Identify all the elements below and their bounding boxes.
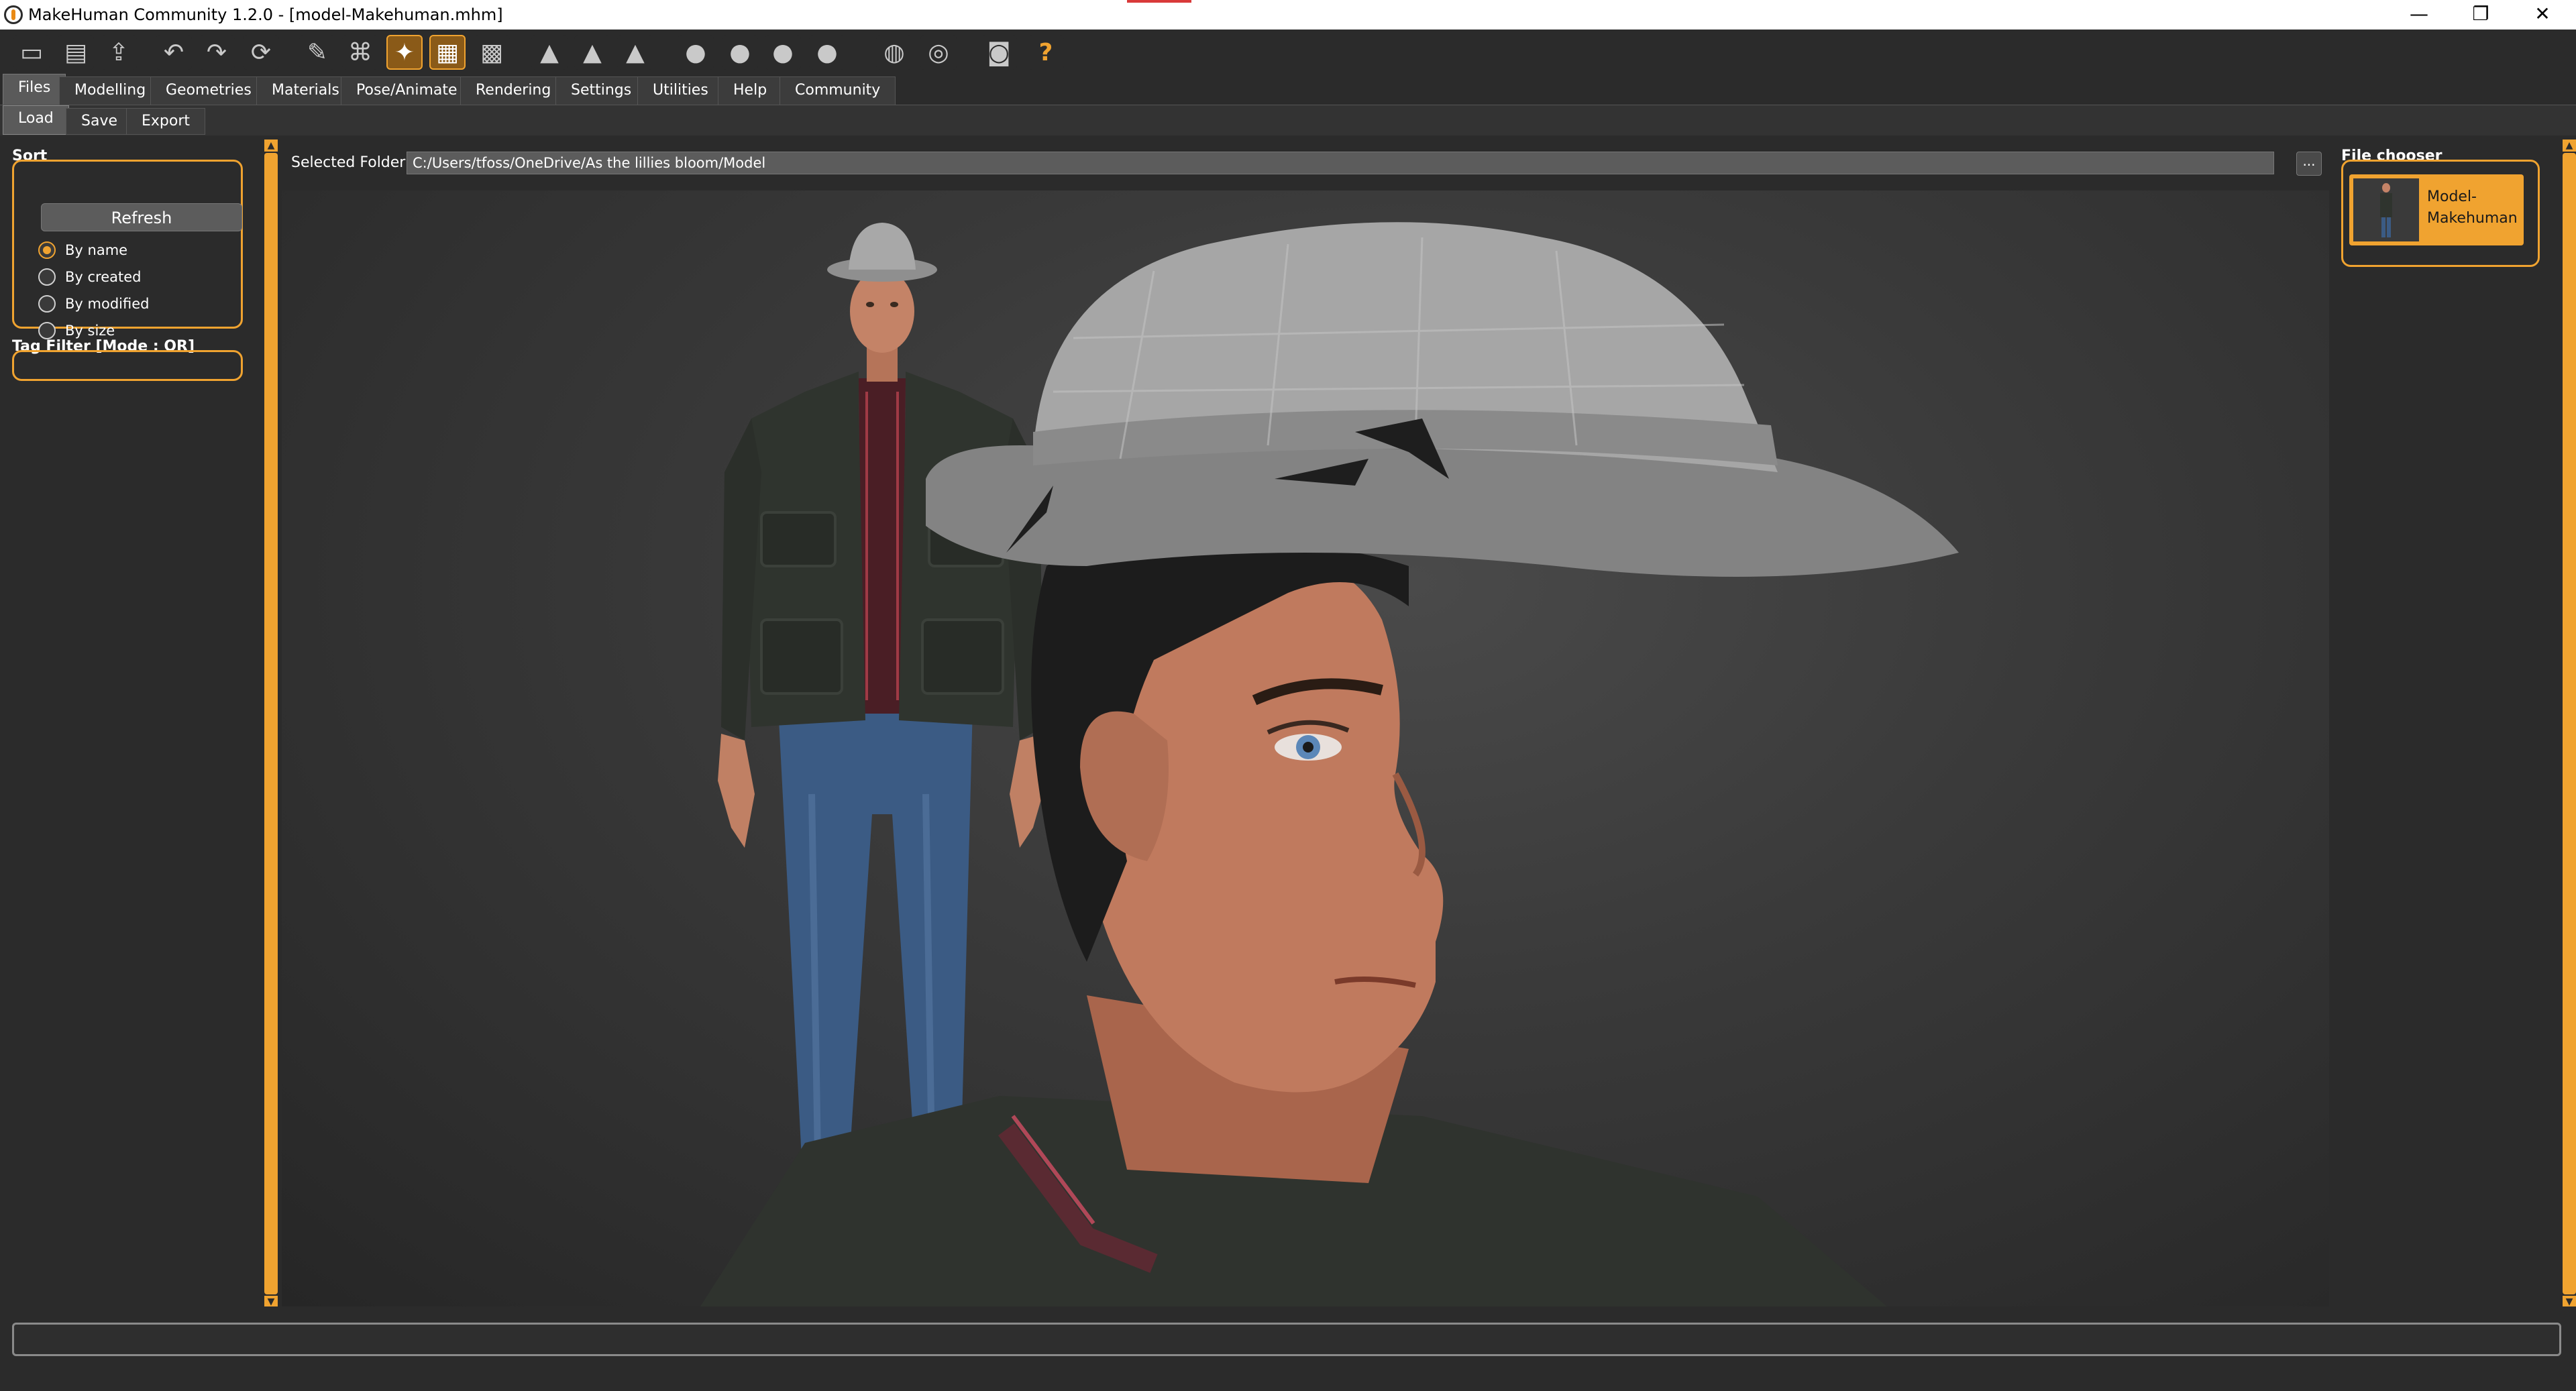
left-scrollbar[interactable]: [264, 153, 278, 1294]
title-bar: MakeHuman Community 1.2.0 - [model-Makeh…: [0, 0, 2576, 30]
help-icon[interactable]: ?: [1028, 35, 1064, 70]
radio-button[interactable]: [38, 241, 56, 259]
sort-group: Refresh By name By created By modified By s…: [12, 160, 243, 339]
back-view-icon[interactable]: ●: [722, 35, 758, 70]
subtab-load[interactable]: Load: [3, 105, 69, 135]
status-area: [0, 1306, 2576, 1391]
restore-button[interactable]: ❐: [2450, 0, 2512, 30]
smooth-icon[interactable]: ✎: [299, 35, 335, 70]
refresh-button[interactable]: Refresh: [41, 203, 242, 231]
sort-by-modified-option[interactable]: By modified: [38, 292, 149, 316]
reset-camera-icon[interactable]: ◎: [920, 35, 957, 70]
tab-rendering[interactable]: Rendering: [460, 76, 567, 105]
file-item-model-makehuman[interactable]: Model-Makehuman: [2349, 174, 2524, 245]
pose-icon[interactable]: ✦: [386, 35, 423, 70]
symmetry-right-icon[interactable]: ▲: [531, 35, 568, 70]
tab-modelling[interactable]: Modelling: [59, 76, 162, 105]
status-line: [12, 1323, 2561, 1356]
toolbar: ▭ ▤ ⇪ ↶ ↷ ⟳ ✎ ⌘ ✦ ▦ ▩ ▲ ▲ ▲ ● ● ● ● ◍ ◎ ◙?: [0, 30, 2576, 72]
file-name: Model-Makehuman: [2427, 188, 2518, 227]
main-tab-bar: Files Modelling Geometries Materials Pose/An…: [0, 72, 2576, 105]
minimize-button[interactable]: —: [2388, 0, 2450, 30]
selected-folder-input[interactable]: [407, 152, 2274, 174]
window-title: MakeHuman Community 1.2.0 - [model-Makeh…: [28, 5, 503, 24]
tab-help[interactable]: Help: [718, 76, 783, 105]
radio-label: By created: [65, 269, 142, 285]
undo-icon[interactable]: ↶: [156, 35, 192, 70]
left-scroll-up-arrow[interactable]: ▲: [264, 140, 278, 152]
close-button[interactable]: ✕: [2512, 0, 2573, 30]
subtab-export[interactable]: Export: [126, 108, 206, 135]
tab-geometries[interactable]: Geometries: [150, 76, 267, 105]
top-view-icon[interactable]: ◍: [876, 35, 912, 70]
radio-button[interactable]: [38, 295, 56, 313]
left-view-icon[interactable]: ●: [765, 35, 801, 70]
radio-label: By name: [65, 242, 128, 258]
tag-filter-group: [12, 350, 243, 381]
radio-label: By modified: [65, 296, 150, 312]
symmetry-left-icon[interactable]: ▲: [574, 35, 610, 70]
redo-icon[interactable]: ↷: [199, 35, 235, 70]
save-icon[interactable]: ▤: [58, 35, 94, 70]
left-panel: Sort Refresh By name By created By modifie…: [0, 135, 262, 1306]
file-chooser-panel: File chooser Model-Makehuman: [2334, 135, 2563, 1306]
3d-viewport[interactable]: [282, 190, 2329, 1311]
tab-files[interactable]: Files: [3, 74, 66, 105]
wireframe-icon[interactable]: ⌘: [342, 35, 378, 70]
tab-pose-animate[interactable]: Pose/Animate: [341, 76, 473, 105]
selected-folder-label: Selected Folder:: [291, 154, 411, 171]
radio-button[interactable]: [38, 322, 56, 339]
browse-folder-button[interactable]: ...: [2296, 152, 2322, 176]
title-accent: [1127, 0, 1191, 3]
model-head: [850, 270, 914, 353]
tab-settings[interactable]: Settings: [555, 76, 647, 105]
radio-label: By size: [65, 323, 115, 339]
model-left-hand: [718, 734, 755, 848]
right-scrollbar[interactable]: [2563, 153, 2576, 1294]
grid-icon[interactable]: ▦: [429, 35, 466, 70]
right-view-icon[interactable]: ●: [809, 35, 845, 70]
front-view-icon[interactable]: ●: [678, 35, 714, 70]
makehuman-logo-icon: [4, 5, 23, 24]
reset-icon[interactable]: ⟳: [243, 35, 279, 70]
tab-utilities[interactable]: Utilities: [637, 76, 724, 105]
model-hat-crown: [849, 223, 916, 270]
background-icon[interactable]: ▩: [474, 35, 510, 70]
file-thumbnail: [2353, 178, 2419, 241]
screenshot-icon[interactable]: ◙: [981, 35, 1017, 70]
new-icon[interactable]: ▭: [13, 35, 50, 70]
tab-community[interactable]: Community: [780, 76, 896, 105]
subtab-save[interactable]: Save: [66, 108, 133, 135]
sort-by-created-option[interactable]: By created: [38, 265, 142, 289]
symmetry-icon[interactable]: ▲: [617, 35, 653, 70]
folder-bar: Selected Folder: ...: [282, 149, 2322, 178]
export-icon[interactable]: ⇪: [101, 35, 137, 70]
right-scroll-up-arrow[interactable]: ▲: [2563, 140, 2576, 152]
sub-tab-bar: Load Save Export: [0, 105, 2576, 135]
tab-materials[interactable]: Materials: [256, 76, 355, 105]
radio-button[interactable]: [38, 268, 56, 286]
sort-by-name-option[interactable]: By name: [38, 238, 127, 262]
